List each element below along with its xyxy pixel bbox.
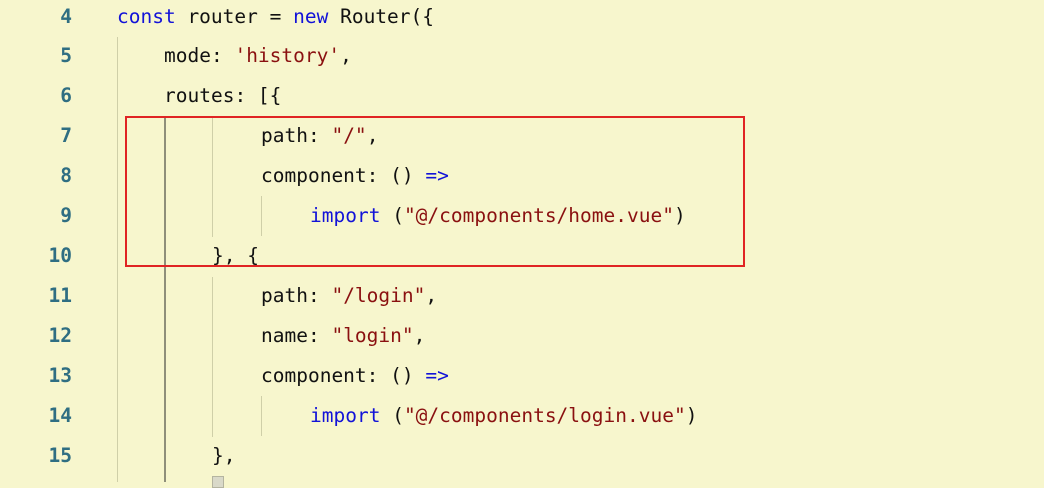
line-number: 7: [60, 124, 72, 147]
code-line[interactable]: routes: [{: [164, 76, 281, 116]
line-number: 12: [48, 324, 72, 347]
line-number-gutter: 4 5 6 7 8 9 10 11 12 13 14 15: [0, 0, 100, 482]
line-number: 4: [60, 5, 72, 28]
code-token: mode:: [164, 44, 235, 67]
code-token: router =: [175, 5, 294, 28]
line-number: 5: [60, 44, 72, 67]
code-token: Router({: [328, 5, 435, 28]
line-number: 14: [48, 404, 72, 427]
code-line[interactable]: path: "/login",: [261, 276, 437, 316]
code-line[interactable]: },: [212, 436, 235, 476]
line-number: 15: [48, 444, 72, 467]
code-line[interactable]: const router = new Router({: [117, 0, 434, 37]
line-number: 13: [48, 364, 72, 387]
line-number: 8: [60, 164, 72, 187]
code-token: path:: [261, 284, 332, 307]
code-editor[interactable]: 4 5 6 7 8 9 10 11 12 13 14 15 const router = new Ro…: [0, 0, 1044, 488]
code-token: import: [310, 404, 381, 427]
code-token: routes: [{: [164, 84, 282, 107]
code-token: const: [117, 5, 176, 28]
line-number: 9: [60, 204, 72, 227]
code-token: "@/components/login.vue": [403, 404, 686, 427]
code-token: 'history': [234, 44, 341, 67]
line-number: 11: [48, 284, 72, 307]
code-token: },: [212, 444, 236, 467]
code-token: component: (): [261, 364, 426, 387]
code-token: ,: [413, 324, 426, 347]
fold-marker[interactable]: [212, 476, 224, 488]
code-token: "login": [331, 324, 414, 347]
code-line[interactable]: import ("@/components/login.vue"): [310, 396, 697, 436]
code-token: "/login": [331, 284, 426, 307]
indent-guide: [261, 396, 262, 436]
code-line[interactable]: component: () =>: [261, 356, 449, 396]
code-token: ,: [340, 44, 352, 67]
code-token: (: [380, 404, 404, 427]
line-number: 10: [48, 244, 72, 267]
code-line[interactable]: mode: 'history',: [164, 36, 352, 76]
code-token: name:: [261, 324, 332, 347]
code-token: ,: [425, 284, 438, 307]
highlight-annotation-box: [125, 116, 745, 267]
line-number: 6: [60, 84, 72, 107]
indent-guide: [117, 37, 118, 482]
code-token: ): [685, 404, 698, 427]
indent-guide: [212, 277, 213, 437]
code-token: new: [293, 5, 329, 28]
code-line[interactable]: name: "login",: [261, 316, 425, 356]
code-token: =>: [425, 364, 449, 387]
